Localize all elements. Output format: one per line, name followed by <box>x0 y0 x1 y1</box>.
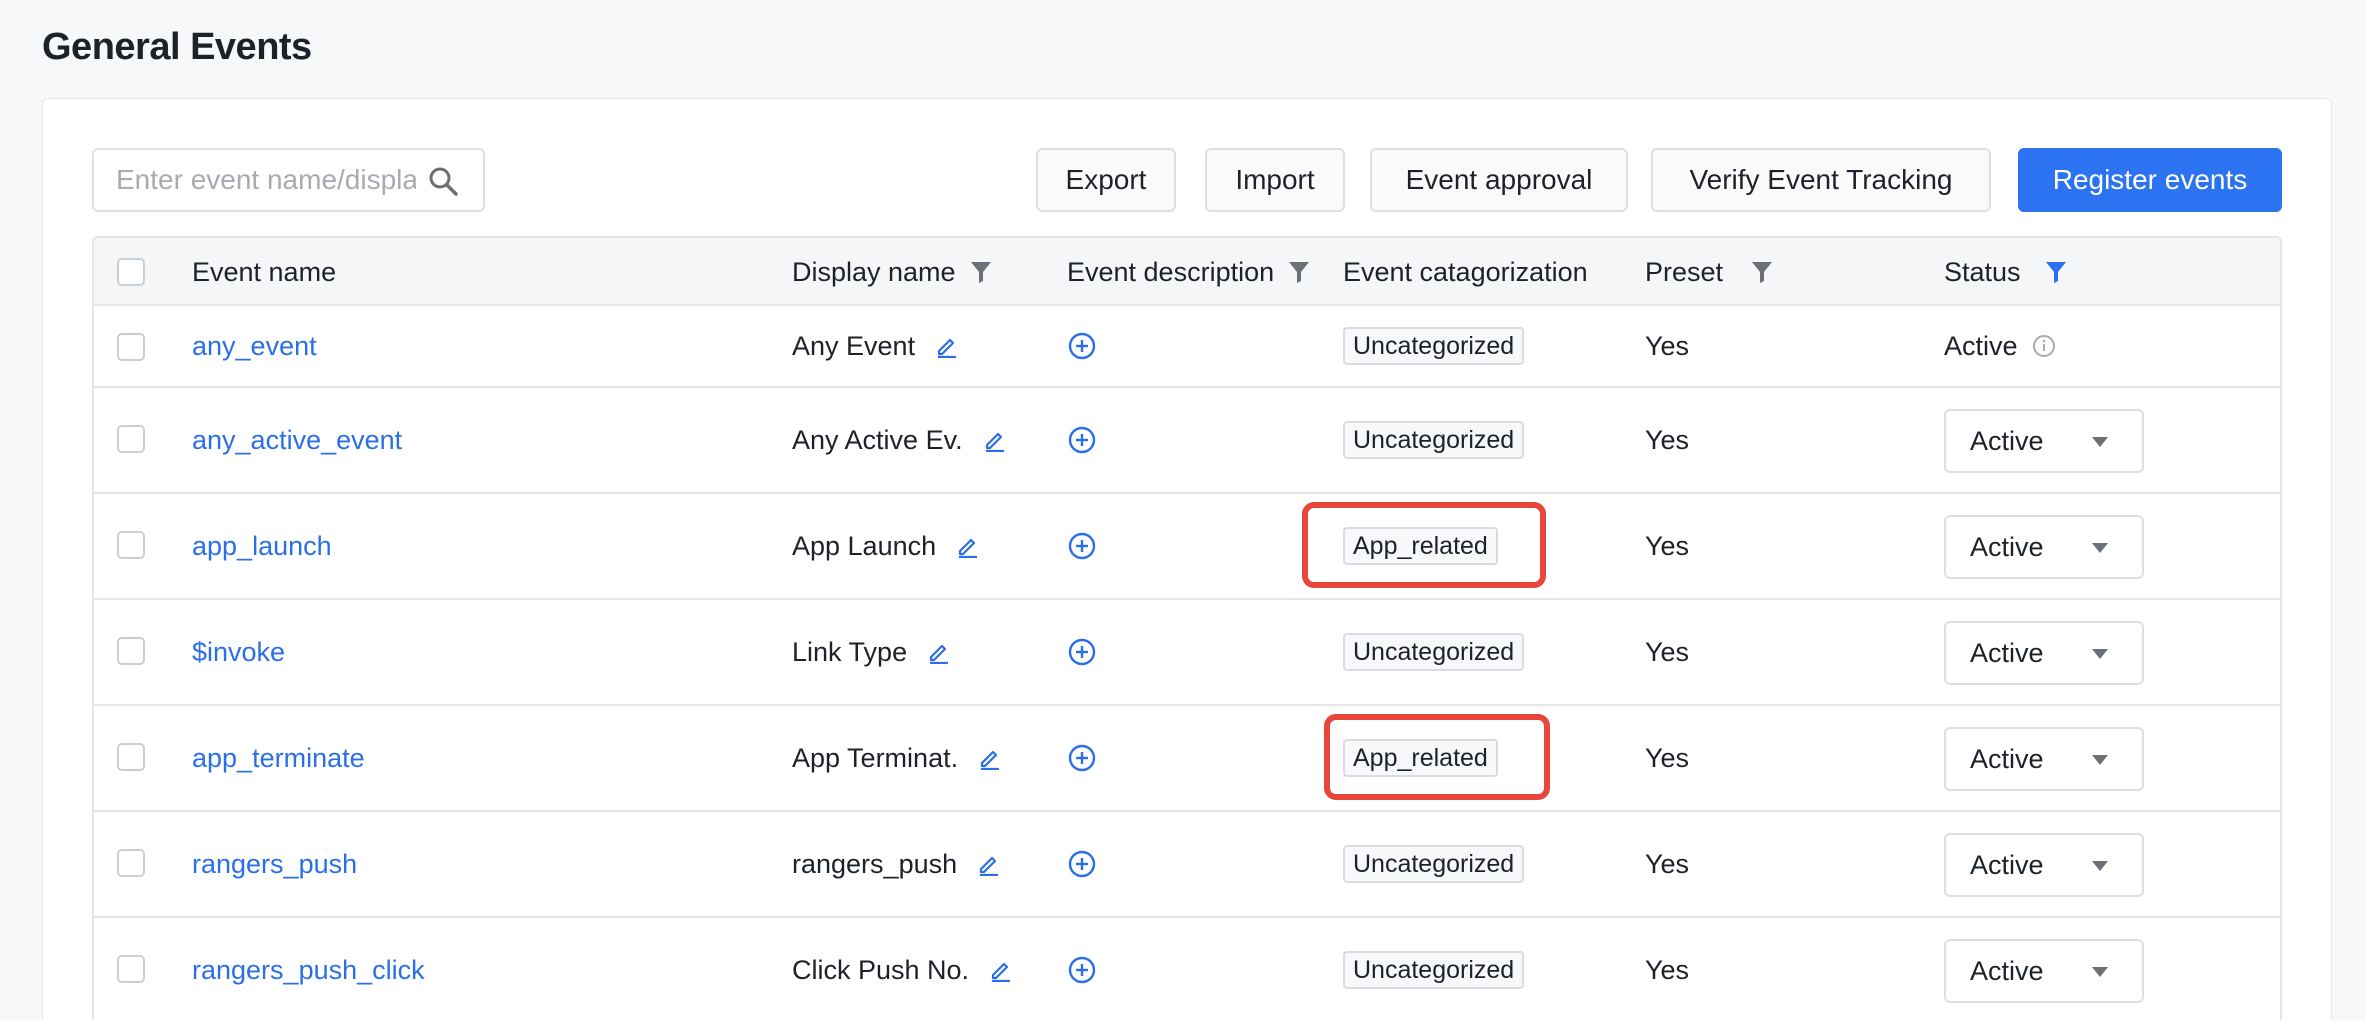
preset-value: Yes <box>1645 848 1690 879</box>
preset-value: Yes <box>1645 742 1690 773</box>
filter-icon[interactable] <box>970 260 992 284</box>
row-checkbox[interactable] <box>117 955 145 983</box>
table-row[interactable]: any_event Any Event Uncategorized Yes Ac… <box>94 306 2280 388</box>
table-row[interactable]: $invoke Link Type Uncategorized Yes Acti… <box>94 600 2280 706</box>
edit-icon[interactable] <box>978 746 1002 770</box>
display-name: Click Push No. <box>792 954 970 985</box>
edit-icon[interactable] <box>956 534 980 558</box>
plus-circle-icon[interactable] <box>1067 425 1097 455</box>
event-name-link[interactable]: rangers_push <box>192 849 357 880</box>
category-tag: Uncategorized <box>1343 951 1525 989</box>
plus-circle-icon[interactable] <box>1067 331 1097 361</box>
plus-circle-icon[interactable] <box>1067 849 1097 879</box>
status-select[interactable]: Active <box>1944 515 2144 579</box>
event-name-link[interactable]: $invoke <box>192 637 285 668</box>
table-row[interactable]: rangers_push rangers_push Uncategorized … <box>94 812 2280 918</box>
display-name: Any Event <box>792 330 916 361</box>
plus-circle-icon[interactable] <box>1067 743 1097 773</box>
column-header-display-name: Display name <box>792 238 992 306</box>
category-tag: Uncategorized <box>1343 421 1525 459</box>
status-select[interactable]: Active <box>1944 409 2144 473</box>
category-tag: Uncategorized <box>1343 633 1525 671</box>
highlight-box <box>1324 714 1550 800</box>
import-button[interactable]: Import <box>1205 148 1345 212</box>
display-name: App Terminat. <box>792 742 959 773</box>
status-select[interactable]: Active <box>1944 621 2144 685</box>
plus-circle-icon[interactable] <box>1067 955 1097 985</box>
column-header-event-categorization: Event catagorization <box>1343 256 1588 287</box>
edit-icon[interactable] <box>927 640 951 664</box>
chevron-down-icon <box>2092 543 2108 553</box>
chevron-down-icon <box>2092 967 2108 977</box>
row-checkbox[interactable] <box>117 637 145 665</box>
preset-value: Yes <box>1645 954 1690 985</box>
status-select-value: Active <box>1970 425 2044 456</box>
event-name-link[interactable]: any_event <box>192 331 317 362</box>
highlight-box <box>1302 502 1546 588</box>
search-icon[interactable] <box>427 165 459 197</box>
plus-circle-icon[interactable] <box>1067 531 1097 561</box>
edit-icon[interactable] <box>977 852 1001 876</box>
column-header-preset: Preset <box>1645 238 1773 306</box>
status-select[interactable]: Active <box>1944 727 2144 791</box>
preset-value: Yes <box>1645 424 1690 455</box>
register-events-button[interactable]: Register events <box>2018 148 2282 212</box>
chevron-down-icon <box>2092 861 2108 871</box>
edit-icon[interactable] <box>989 958 1013 982</box>
row-checkbox[interactable] <box>117 531 145 559</box>
row-checkbox[interactable] <box>117 849 145 877</box>
event-name-link[interactable]: app_terminate <box>192 743 365 774</box>
preset-value: Yes <box>1645 330 1690 361</box>
edit-icon[interactable] <box>983 428 1007 452</box>
chevron-down-icon <box>2092 755 2108 765</box>
status-select[interactable]: Active <box>1944 833 2144 897</box>
page-title: General Events <box>42 26 312 68</box>
column-header-event-name: Event name <box>192 256 337 287</box>
status-select-value: Active <box>1970 849 2044 880</box>
table-header: Event name Display name Event descriptio… <box>94 238 2280 306</box>
event-name-link[interactable]: app_launch <box>192 531 332 562</box>
status-text: Active <box>1944 330 2018 361</box>
filter-icon[interactable] <box>1288 260 1310 284</box>
export-button[interactable]: Export <box>1036 148 1176 212</box>
info-icon[interactable] <box>2032 334 2056 358</box>
display-name: rangers_push <box>792 848 958 879</box>
column-header-event-description: Event description <box>1067 238 1310 306</box>
edit-icon[interactable] <box>935 334 959 358</box>
category-tag: Uncategorized <box>1343 845 1525 883</box>
search-box[interactable] <box>92 148 485 212</box>
verify-event-tracking-button[interactable]: Verify Event Tracking <box>1651 148 1991 212</box>
event-approval-button[interactable]: Event approval <box>1370 148 1628 212</box>
row-checkbox[interactable] <box>117 425 145 453</box>
preset-value: Yes <box>1645 636 1690 667</box>
row-checkbox[interactable] <box>117 333 145 361</box>
select-all-checkbox[interactable] <box>117 258 145 286</box>
events-table: Event name Display name Event descriptio… <box>92 236 2282 1020</box>
status-select-value: Active <box>1970 743 2044 774</box>
preset-value: Yes <box>1645 530 1690 561</box>
filter-icon[interactable] <box>1751 260 1773 284</box>
event-name-link[interactable]: rangers_push_click <box>192 955 425 986</box>
status-select[interactable]: Active <box>1944 939 2144 1003</box>
column-header-status: Status <box>1944 238 2067 306</box>
table-row[interactable]: rangers_push_click Click Push No. Uncate… <box>94 918 2280 1020</box>
category-tag: Uncategorized <box>1343 327 1525 365</box>
status-select-value: Active <box>1970 955 2044 986</box>
display-name: App Launch <box>792 530 937 561</box>
search-input[interactable] <box>116 164 416 196</box>
chevron-down-icon <box>2092 437 2108 447</box>
table-row[interactable]: any_active_event Any Active Ev. Uncatego… <box>94 388 2280 494</box>
status-select-value: Active <box>1970 637 2044 668</box>
table-row[interactable]: app_terminate App Terminat. App_related … <box>94 706 2280 812</box>
event-name-link[interactable]: any_active_event <box>192 425 402 456</box>
display-name: Any Active Ev. <box>792 424 963 455</box>
table-row[interactable]: app_launch App Launch App_related Yes Ac… <box>94 494 2280 600</box>
status-select-value: Active <box>1970 531 2044 562</box>
filter-active-icon[interactable] <box>2045 260 2067 284</box>
chevron-down-icon <box>2092 649 2108 659</box>
plus-circle-icon[interactable] <box>1067 637 1097 667</box>
row-checkbox[interactable] <box>117 743 145 771</box>
display-name: Link Type <box>792 636 908 667</box>
